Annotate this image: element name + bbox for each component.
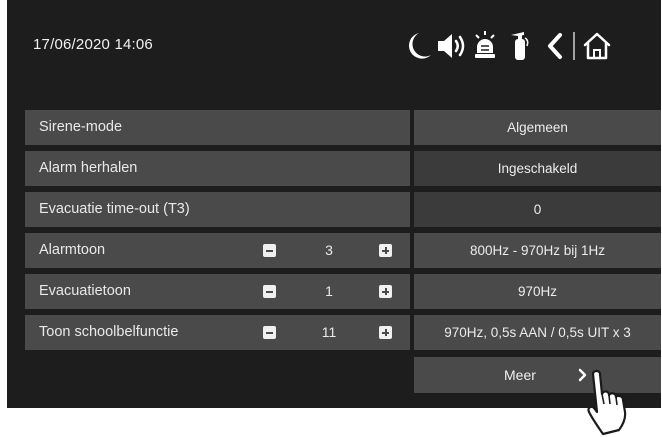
setting-label: Evacuatie time-out (T3)	[25, 192, 410, 227]
setting-label: Alarmtoon	[25, 233, 410, 268]
setting-row-sirene-mode: Sirene-mode Algemeen	[7, 110, 661, 145]
setting-value-button[interactable]: 0	[414, 192, 661, 227]
home-icon[interactable]	[582, 26, 612, 66]
back-icon[interactable]	[545, 26, 565, 66]
decrement-button[interactable]	[263, 244, 276, 257]
moon-icon[interactable]	[405, 26, 433, 66]
speaker-icon[interactable]	[436, 26, 468, 66]
increment-button[interactable]	[379, 285, 392, 298]
setting-label: Evacuatietoon	[25, 274, 410, 309]
setting-row-toon-schoolbelfunctie: Toon schoolbelfunctie 11 970Hz, 0,5s AAN…	[7, 315, 661, 350]
datetime-display: 17/06/2020 14:06	[33, 36, 153, 53]
setting-value-button[interactable]: 970Hz	[414, 274, 661, 309]
icon-divider	[573, 32, 575, 60]
fire-extinguisher-icon[interactable]	[508, 26, 532, 66]
setting-value-button[interactable]: 970Hz, 0,5s AAN / 0,5s UIT x 3	[414, 315, 661, 350]
decrement-button[interactable]	[263, 326, 276, 339]
setting-number: 3	[325, 242, 333, 258]
setting-label: Toon schoolbelfunctie	[25, 315, 410, 350]
setting-label: Sirene-mode	[25, 110, 410, 145]
setting-label: Alarm herhalen	[25, 151, 410, 186]
decrement-button[interactable]	[263, 285, 276, 298]
setting-value-button[interactable]: Ingeschakeld	[414, 151, 661, 186]
setting-row-evacuatie-timeout: Evacuatie time-out (T3) 0	[7, 192, 661, 227]
pointing-hand-icon	[587, 369, 627, 436]
increment-button[interactable]	[379, 326, 392, 339]
setting-row-evacuatietoon: Evacuatietoon 1 970Hz	[7, 274, 661, 309]
device-screen: 17/06/2020 14:06 Sirene-mode Algemeen Al…	[7, 0, 661, 408]
siren-icon[interactable]	[472, 26, 498, 66]
setting-value-button[interactable]: 800Hz - 970Hz bij 1Hz	[414, 233, 661, 268]
setting-row-alarmtoon: Alarmtoon 3 800Hz - 970Hz bij 1Hz	[7, 233, 661, 268]
setting-number: 11	[321, 324, 337, 340]
setting-row-alarm-herhalen: Alarm herhalen Ingeschakeld	[7, 151, 661, 186]
setting-number: 1	[325, 283, 333, 299]
more-button-label: Meer	[504, 367, 536, 383]
increment-button[interactable]	[379, 244, 392, 257]
setting-value-button[interactable]: Algemeen	[414, 110, 661, 145]
